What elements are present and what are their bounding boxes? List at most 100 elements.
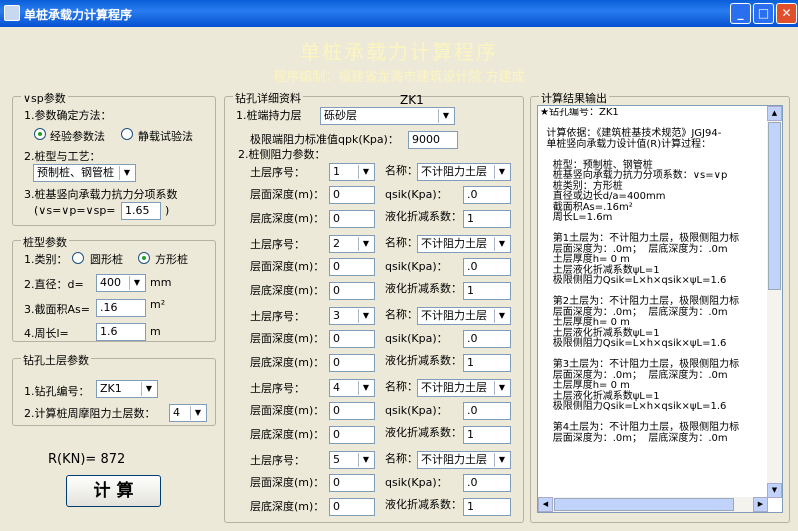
layer-qsik-label: qsik(Kpa)： [385,260,448,273]
layer-no-label: 土层序号： [250,454,305,467]
layer-no-select[interactable]: 3 ▼ [329,307,375,325]
layer-qsik-input[interactable]: .0 [463,258,511,276]
bearing-layer-select[interactable]: 砾砂层 ▼ [320,107,455,125]
radio-round[interactable] [72,252,84,264]
layer-bottom-input[interactable]: 0 [329,210,375,228]
layer-qsik-input[interactable]: .0 [463,330,511,348]
radio-static-test-label: 静载试验法 [138,130,193,143]
factor-close: ) [165,204,170,217]
hole-label: 1.钻孔编号： [24,385,90,398]
layer-bottom-input[interactable]: 0 [329,498,375,516]
radio-empirical[interactable] [34,128,46,140]
minimize-button[interactable]: _ [730,3,751,24]
layer-qsik-input[interactable]: .0 [463,186,511,204]
scroll-up-icon[interactable]: ▲ [767,106,782,121]
factor-input[interactable]: 1.65 [121,202,161,220]
output-textbox[interactable]: ★钻孔编号：ZK1 计算依据：《建筑桩基技术规范》JGJ94- 单桩竖向承载力设… [537,105,783,513]
chevron-down-icon: ▼ [494,453,509,467]
app-subheading: 程序编制：福建省龙海市建筑设计院 方建成 [273,70,525,85]
area-input[interactable]: .16 [96,299,146,317]
layer-liquefaction-label: 液化折减系数： [385,210,462,223]
layer-liquefaction-label: 液化折减系数： [385,426,462,439]
sp-group-title: ∨sp参数 [21,90,68,106]
layer-bottom-input[interactable]: 0 [329,426,375,444]
app-heading: 单桩承载力计算程序 [300,40,498,64]
pile-type-select[interactable]: 预制桩、钢管桩 ▼ [33,164,136,182]
method-label: 1.参数确定方法： [24,109,112,122]
maximize-button[interactable]: □ [753,3,774,24]
layer-liquefaction-label: 液化折减系数： [385,282,462,295]
layer-liquefaction-input[interactable]: 1 [463,426,511,444]
layer-name-select[interactable]: 不计阻力土层 ▼ [417,451,511,469]
layer-name-label: 名称： [385,236,418,249]
layer-top-input[interactable]: 0 [329,330,375,348]
hscroll-thumb[interactable] [554,498,734,511]
layer-bottom-label: 层底深度(m)： [250,428,325,441]
vertical-scrollbar[interactable]: ▲ ▼ [767,106,782,498]
chevron-down-icon: ▼ [358,165,373,179]
layer-bottom-input[interactable]: 0 [329,282,375,300]
radio-square[interactable] [138,252,150,264]
qpk-label: 极限端阻力标准值qpk(Kpa)： [250,133,399,146]
chevron-down-icon: ▼ [190,406,205,420]
side-resistance-label: 2.桩侧阻力参数： [238,148,326,161]
scroll-left-icon[interactable]: ◀ [538,497,553,512]
calculate-button[interactable]: 计 算 [66,475,161,507]
scroll-thumb[interactable] [768,122,781,290]
layer-liquefaction-input[interactable]: 1 [463,354,511,372]
diameter-unit: mm [150,276,172,289]
chevron-down-icon: ▼ [438,109,453,123]
layer-name-select[interactable]: 不计阻力土层 ▼ [417,235,511,253]
layer-liquefaction-input[interactable]: 1 [463,282,511,300]
layer-no-select[interactable]: 1 ▼ [329,163,375,181]
chevron-down-icon: ▼ [494,165,509,179]
qpk-input[interactable]: 9000 [408,131,458,149]
layer-qsik-input[interactable]: .0 [463,474,511,492]
layer-qsik-label: qsik(Kpa)： [385,332,448,345]
title-bar: 单桩承载力计算程序 _ □ ✕ [0,0,798,27]
output-group-title: 计算结果输出 [539,90,609,106]
layer-qsik-label: qsik(Kpa)： [385,188,448,201]
hole-select[interactable]: ZK1 ▼ [96,380,158,398]
chevron-down-icon: ▼ [358,381,373,395]
layer-top-input[interactable]: 0 [329,186,375,204]
radio-empirical-label: 经验参数法 [50,130,105,143]
layer-top-input[interactable]: 0 [329,474,375,492]
layer-liquefaction-input[interactable]: 1 [463,498,511,516]
borehole-group-title: 钻孔详细资料 [233,90,303,106]
layer-count-select[interactable]: 4 ▼ [169,404,207,422]
layer-top-input[interactable]: 0 [329,258,375,276]
horizontal-scrollbar[interactable]: ◀ ▶ [538,497,768,512]
radio-square-label: 方形桩 [155,253,188,266]
layer-name-label: 名称： [385,308,418,321]
layer-no-label: 土层序号： [250,382,305,395]
scroll-down-icon[interactable]: ▼ [767,483,782,498]
layer-liquefaction-input[interactable]: 1 [463,210,511,228]
layer-name-select[interactable]: 不计阻力土层 ▼ [417,307,511,325]
layer-top-input[interactable]: 0 [329,402,375,420]
radio-static-test[interactable] [121,128,133,140]
layer-liquefaction-label: 液化折减系数： [385,354,462,367]
area-unit: m² [150,298,166,311]
pile-type-label: 2.桩型与工艺： [24,150,101,163]
perimeter-input[interactable]: 1.6 [96,323,146,341]
layer-name-select[interactable]: 不计阻力土层 ▼ [417,163,511,181]
layer-bottom-input[interactable]: 0 [329,354,375,372]
layer-count-label: 2.计算桩周摩阻力土层数： [24,407,156,420]
layer-no-select[interactable]: 2 ▼ [329,235,375,253]
layer-no-select[interactable]: 5 ▼ [329,451,375,469]
layer-name-select[interactable]: 不计阻力土层 ▼ [417,379,511,397]
scroll-right-icon[interactable]: ▶ [753,497,768,512]
layer-no-select[interactable]: 4 ▼ [329,379,375,397]
radio-round-label: 圆形桩 [90,253,123,266]
layer-liquefaction-label: 液化折减系数： [385,498,462,511]
category-label: 1.类别： [24,253,68,266]
factor-equation: (∨s=∨p=∨sp= [34,204,116,217]
diameter-select[interactable]: 400 ▼ [96,274,146,292]
layer-qsik-input[interactable]: .0 [463,402,511,420]
layer-qsik-label: qsik(Kpa)： [385,404,448,417]
chevron-down-icon: ▼ [494,237,509,251]
perimeter-label: 4.周长l= [24,327,69,340]
layer-name-label: 名称： [385,452,418,465]
close-button[interactable]: ✕ [776,3,797,24]
